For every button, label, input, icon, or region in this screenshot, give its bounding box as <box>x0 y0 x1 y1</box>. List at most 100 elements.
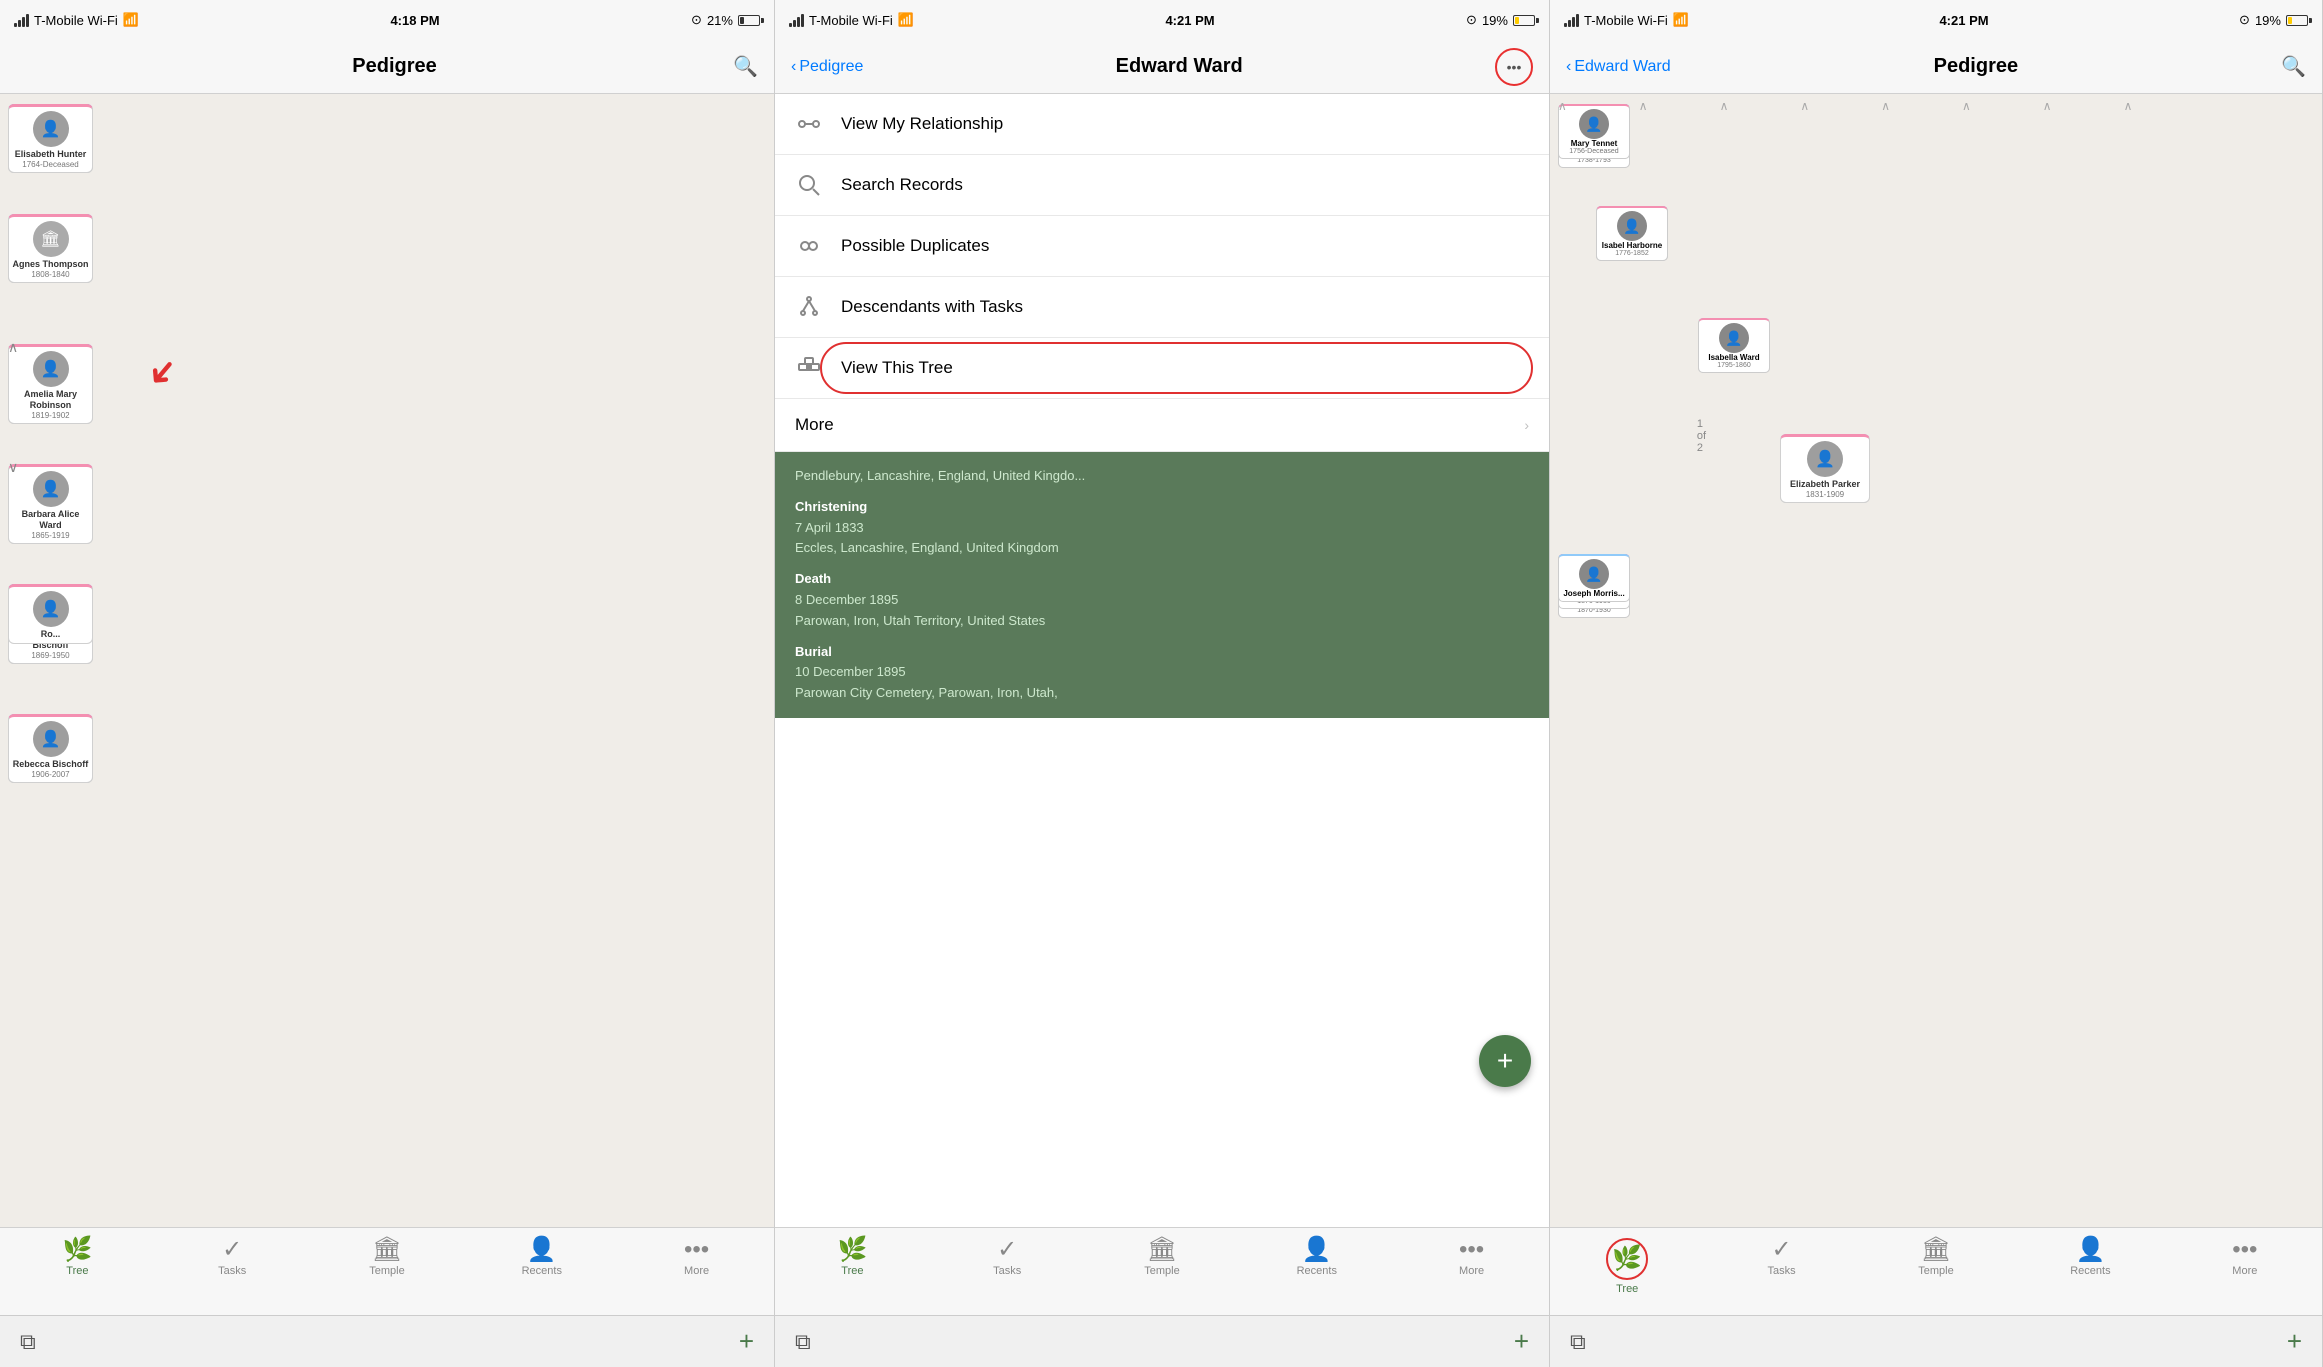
signal-icon-3 <box>1564 14 1579 27</box>
relationship-icon <box>795 110 823 138</box>
nav-bar-3: ‹ Edward Ward Pedigree 🔍 <box>1550 40 2322 94</box>
p3-elizabeth-parker-g1[interactable]: 👤 Elizabeth Parker 1831-1909 <box>1780 434 1870 503</box>
battery-pct-3: 19% <box>2255 13 2281 28</box>
tree-icon-1: 🌿 <box>62 1238 92 1262</box>
action-bar-2: ⧉ + <box>775 1315 1549 1367</box>
status-carrier-3: T-Mobile Wi-Fi 📶 <box>1564 12 1689 28</box>
tab-recents-3[interactable]: 👤 Recents <box>2013 1236 2167 1277</box>
person-barbara-ward[interactable]: 👤 Barbara Alice Ward 1865-1919 <box>8 464 93 544</box>
time-2: 4:21 PM <box>1165 13 1214 28</box>
p3-joseph-morris[interactable]: 👤 Joseph Morris... <box>1558 554 1630 602</box>
descendants-icon <box>795 293 823 321</box>
tree-icon-menu <box>795 354 823 382</box>
action-bar-3: ⧉ + <box>1550 1315 2322 1367</box>
carrier-text-3: T-Mobile Wi-Fi <box>1584 13 1668 28</box>
pedigree-tree-1: 👤 Ann Simpson 1762-1838 👤 William Ward 1… <box>0 94 774 1227</box>
tab-more-1[interactable]: ••• More <box>619 1236 774 1277</box>
nav-title-3: Pedigree <box>1934 55 2018 78</box>
expand-gen2[interactable]: ∧ <box>8 339 18 356</box>
tab-tree-1[interactable]: 🌿 Tree <box>0 1236 155 1277</box>
person-elizabeth-hunter[interactable]: 👤 Elisabeth Hunter 1764-Deceased <box>8 104 93 173</box>
back-chevron-3: ‹ <box>1566 58 1571 76</box>
tab-temple-2[interactable]: 🏛 Temple <box>1085 1236 1240 1277</box>
carrier-text-2: T-Mobile Wi-Fi <box>809 13 893 28</box>
status-bar-2: T-Mobile Wi-Fi 📶 4:21 PM ⊙ 19% <box>775 0 1549 40</box>
time-3: 4:21 PM <box>1939 13 1988 28</box>
avatar: 👤 <box>1579 559 1609 589</box>
tree-icon-2: 🌿 <box>837 1238 867 1262</box>
panel-1: T-Mobile Wi-Fi 📶 4:18 PM ⊙ 21% Pedigree … <box>0 0 775 1367</box>
battery-icon-1 <box>738 15 760 26</box>
tab-tasks-1[interactable]: ✓ Tasks <box>155 1236 310 1277</box>
duplicates-icon <box>795 232 823 260</box>
wifi-icon-3: 📶 <box>1673 12 1689 28</box>
status-carrier-1: T-Mobile Wi-Fi 📶 <box>14 12 139 28</box>
menu-possible-duplicates[interactable]: Possible Duplicates <box>775 216 1549 277</box>
copy-button-1[interactable]: ⧉ <box>20 1329 36 1355</box>
christening-date: 7 April 1833 <box>795 518 1529 539</box>
person-rebecca-bischoff[interactable]: 👤 Rebecca Bischoff 1906-2007 <box>8 714 93 783</box>
tab-more-2[interactable]: ••• More <box>1394 1236 1549 1277</box>
tab-recents-1[interactable]: 👤 Recents <box>464 1236 619 1277</box>
tree-area-3[interactable]: 👤 George Ward 1748-1847 👤 Elizabeth Hard… <box>1550 94 2322 1227</box>
back-button-3[interactable]: ‹ Edward Ward <box>1566 58 1671 76</box>
avatar: 👤 <box>1617 211 1647 241</box>
christening-place: Eccles, Lancashire, England, United King… <box>795 538 1529 559</box>
tasks-icon-1: ✓ <box>222 1238 242 1262</box>
add-button-1[interactable]: + <box>739 1326 754 1357</box>
expand-gen2b[interactable]: ∨ <box>8 459 18 476</box>
avatar: 👤 <box>33 721 69 757</box>
person-agnes-thompson[interactable]: 🏛 Agnes Thompson 1808-1840 <box>8 214 93 283</box>
menu-view-relationship[interactable]: View My Relationship <box>775 94 1549 155</box>
p3-isabel-harborne-g3[interactable]: 👤 Isabel Harborne 1776-1852 <box>1596 206 1668 261</box>
tab-tasks-3[interactable]: ✓ Tasks <box>1704 1236 1858 1277</box>
copy-button-3[interactable]: ⧉ <box>1570 1329 1586 1355</box>
status-bar-1: T-Mobile Wi-Fi 📶 4:18 PM ⊙ 21% <box>0 0 774 40</box>
tab-temple-1[interactable]: 🏛 Temple <box>310 1236 465 1277</box>
menu-search-records[interactable]: Search Records <box>775 155 1549 216</box>
tab-temple-3[interactable]: 🏛 Temple <box>1859 1236 2013 1277</box>
tab-bar-3: 🌿 Tree ✓ Tasks 🏛 Temple 👤 Recents ••• Mo… <box>1550 1227 2322 1315</box>
tree-area-1[interactable]: 👤 Ann Simpson 1762-1838 👤 William Ward 1… <box>0 94 774 1227</box>
menu-section-2: View My Relationship Search Records Poss… <box>775 94 1549 1227</box>
tree-tab-wrapper: 🌿 <box>1606 1238 1648 1280</box>
fab-button-2[interactable]: + <box>1479 1035 1531 1087</box>
menu-label-view-tree: View This Tree <box>841 358 953 378</box>
nav-bar-1: Pedigree 🔍 <box>0 40 774 94</box>
menu-descendants-tasks[interactable]: Descendants with Tasks <box>775 277 1549 338</box>
battery-area-2: ⊙ 19% <box>1466 12 1535 28</box>
battery-pct-2: 19% <box>1482 13 1508 28</box>
search-button-3[interactable]: 🔍 <box>2281 54 2306 79</box>
copy-button-2[interactable]: ⧉ <box>795 1329 811 1355</box>
spouse-count: 1 of 2 <box>1697 418 1706 454</box>
death-label: Death <box>795 569 1529 590</box>
time-1: 4:18 PM <box>390 13 439 28</box>
recents-icon-3: 👤 <box>2075 1238 2105 1262</box>
person-ro[interactable]: 👤 Ro... <box>8 584 93 644</box>
menu-label-search: Search Records <box>841 175 963 195</box>
nav-title-1: Pedigree <box>352 55 436 78</box>
tab-tree-3[interactable]: 🌿 Tree <box>1550 1236 1704 1295</box>
search-button-1[interactable]: 🔍 <box>733 54 758 79</box>
p3-isabella-ward-g2[interactable]: 👤 Isabella Ward 1795-1860 <box>1698 318 1770 373</box>
burial-place: Parowan City Cemetery, Parowan, Iron, Ut… <box>795 683 1529 704</box>
back-chevron-2: ‹ <box>791 58 796 76</box>
more-dots-icon: ••• <box>1507 59 1522 75</box>
menu-label-more: More <box>795 415 834 435</box>
menu-view-this-tree[interactable]: View This Tree <box>775 338 1549 399</box>
tab-more-3[interactable]: ••• More <box>2168 1236 2322 1277</box>
more-button-2[interactable]: ••• <box>1495 48 1533 86</box>
person-amelia-robinson[interactable]: 👤 Amelia Mary Robinson 1819-1902 <box>8 344 93 424</box>
status-bar-3: T-Mobile Wi-Fi 📶 4:21 PM ⊙ 19% <box>1550 0 2322 40</box>
tab-recents-2[interactable]: 👤 Recents <box>1239 1236 1394 1277</box>
tab-tasks-2[interactable]: ✓ Tasks <box>930 1236 1085 1277</box>
death-place: Parowan, Iron, Utah Territory, United St… <box>795 611 1529 632</box>
tab-tree-2[interactable]: 🌿 Tree <box>775 1236 930 1277</box>
back-button-2[interactable]: ‹ Pedigree <box>791 58 863 76</box>
signal-icon-2 <box>789 14 804 27</box>
carrier-text-1: T-Mobile Wi-Fi <box>34 13 118 28</box>
christening-label: Christening <box>795 497 1529 518</box>
add-button-3[interactable]: + <box>2287 1326 2302 1357</box>
add-button-2[interactable]: + <box>1514 1326 1529 1357</box>
menu-more[interactable]: More › <box>775 399 1549 452</box>
